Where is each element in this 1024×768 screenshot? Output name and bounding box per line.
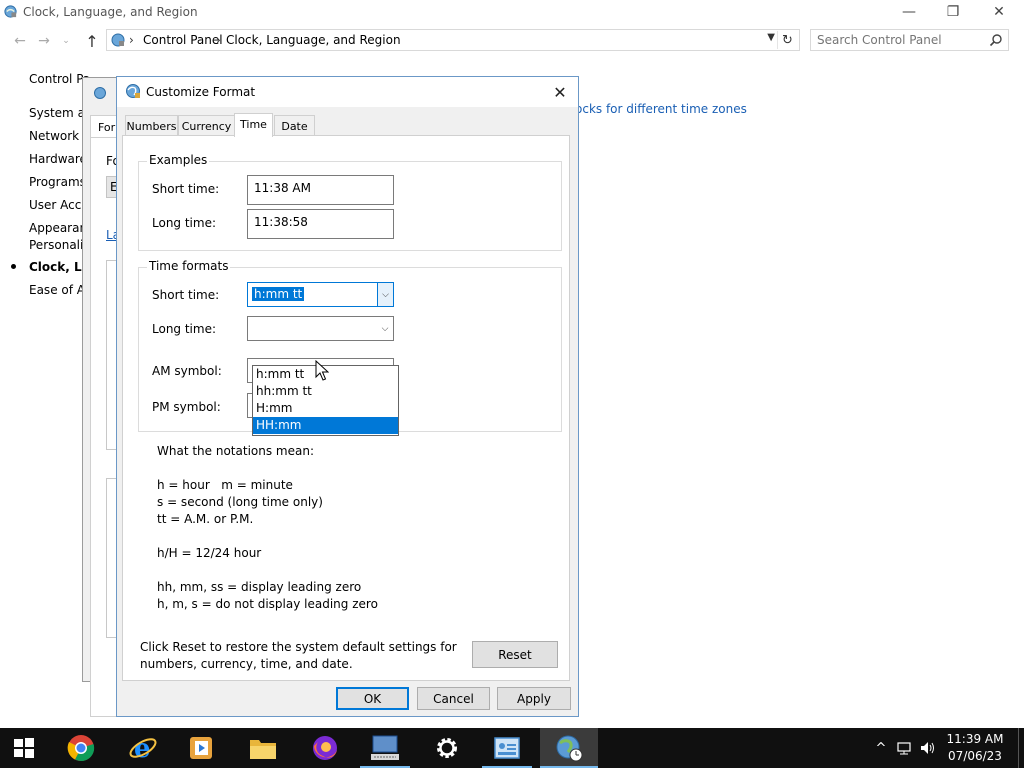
sidebar-item-programs[interactable]: Programs	[29, 175, 86, 189]
search-input[interactable]	[811, 30, 981, 50]
notations-heading: What the notations mean:	[157, 444, 314, 458]
clocks-time-zones-link[interactable]: ocks for different time zones	[575, 102, 747, 116]
sidebar-item-clock-language-region[interactable]: Clock, La	[29, 260, 90, 274]
am-symbol-label: AM symbol:	[152, 364, 222, 378]
chevron-down-icon[interactable]: ⌵	[377, 283, 393, 306]
notation-line: h/H = 12/24 hour	[157, 546, 262, 560]
notation-line: h = hour m = minute	[157, 478, 293, 492]
maximize-button[interactable]: ❐	[930, 0, 976, 24]
tab-numbers[interactable]: Numbers	[125, 115, 178, 136]
dialog-title: Customize Format	[146, 85, 256, 99]
pm-symbol-label: PM symbol:	[152, 400, 221, 414]
reset-description-line-1: Click Reset to restore the system defaul…	[140, 640, 457, 654]
example-short-time-value: 11:38 AM	[247, 175, 394, 205]
region-dialog-icon	[94, 87, 106, 99]
breadcrumb-separator: ›	[216, 33, 221, 47]
region-globe-icon	[126, 84, 140, 98]
window-title: Clock, Language, and Region	[23, 5, 198, 19]
tab-date[interactable]: Date	[274, 115, 315, 136]
globe-region-icon[interactable]	[540, 728, 598, 768]
notation-line: hh, mm, ss = display leading zero	[157, 580, 362, 594]
sidebar-item-ease-of-access[interactable]: Ease of A	[29, 283, 85, 297]
back-arrow-icon[interactable]: ←	[10, 31, 30, 51]
minimize-button[interactable]: —	[886, 0, 932, 24]
example-long-time-label: Long time:	[152, 216, 217, 230]
show-desktop-button[interactable]	[1018, 728, 1024, 768]
chrome-icon[interactable]	[52, 728, 110, 768]
long-time-label: Long time:	[152, 322, 217, 336]
mouse-pointer-icon	[315, 360, 329, 381]
search-box[interactable]	[810, 29, 1009, 51]
time-formats-title: Time formats	[147, 259, 231, 273]
internet-explorer-icon[interactable]: e	[114, 728, 172, 768]
dropdown-option-highlighted[interactable]: HH:mm	[253, 417, 398, 434]
sidebar-item-hardware-sound[interactable]: Hardware	[29, 152, 87, 166]
breadcrumb-clock-language-region[interactable]: Clock, Language, and Region	[226, 33, 401, 47]
file-explorer-icon[interactable]	[234, 728, 292, 768]
network-icon[interactable]	[894, 728, 916, 768]
close-window-button[interactable]: ✕	[976, 0, 1022, 24]
example-short-time-label: Short time:	[152, 182, 220, 196]
time-tab-panel: Examples Short time: 11:38 AM Long time:…	[122, 135, 570, 681]
short-time-combo[interactable]: h:mm tt ⌵	[247, 282, 394, 307]
clock-date: 07/06/23	[948, 749, 1002, 763]
examples-title: Examples	[147, 153, 210, 167]
notation-line: h, m, s = do not display leading zero	[157, 597, 378, 611]
dropdown-option[interactable]: H:mm	[253, 400, 398, 417]
breadcrumb-separator: ›	[129, 33, 134, 47]
settings-gear-icon[interactable]	[418, 728, 476, 768]
dialog-titlebar: Customize Format ✕	[117, 77, 578, 107]
example-long-time-value: 11:38:58	[247, 209, 394, 239]
forward-arrow-icon[interactable]: →	[34, 31, 54, 51]
svg-text:e: e	[134, 734, 151, 763]
tray-chevron-up-icon[interactable]: ^	[872, 728, 890, 768]
apply-button[interactable]: Apply	[497, 687, 571, 710]
chevron-down-icon[interactable]: ⌵	[377, 317, 393, 340]
customize-format-dialog: Customize Format ✕ Numbers Currency Time…	[116, 76, 579, 717]
notation-line: s = second (long time only)	[157, 495, 323, 509]
breadcrumb-control-panel[interactable]: Control Panel	[143, 33, 223, 47]
control-panel-app-icon	[4, 5, 17, 18]
reset-button[interactable]: Reset	[472, 641, 558, 668]
notation-line: tt = A.M. or P.M.	[157, 512, 254, 526]
active-item-bullet	[11, 264, 16, 269]
sidebar-item-personalization[interactable]: Personaliz	[29, 238, 90, 252]
address-dropdown-chevron-icon[interactable]: ▼	[767, 32, 775, 43]
reset-description-line-2: numbers, currency, time, and date.	[140, 657, 353, 671]
sidebar-item-system-security[interactable]: System ar	[29, 106, 90, 120]
dropdown-option[interactable]: hh:mm tt	[253, 383, 398, 400]
refresh-icon[interactable]: ↻	[777, 31, 797, 49]
search-icon[interactable]	[989, 33, 1003, 47]
dialog-close-icon[interactable]: ✕	[546, 80, 574, 104]
control-panel-icon[interactable]	[478, 728, 536, 768]
tab-currency[interactable]: Currency	[178, 115, 235, 136]
clock-time: 11:39 AM	[946, 732, 1004, 746]
long-time-combo[interactable]: ⌵	[247, 316, 394, 341]
address-bar[interactable]: › Control Panel › Clock, Language, and R…	[106, 29, 800, 51]
volume-icon[interactable]	[918, 728, 938, 768]
firefox-icon[interactable]	[296, 728, 354, 768]
media-player-icon[interactable]	[172, 728, 230, 768]
sidebar-item-user-accounts[interactable]: User Acco	[29, 198, 89, 212]
recent-locations-chevron-icon[interactable]: ⌄	[56, 31, 76, 51]
up-arrow-icon[interactable]: ↑	[82, 31, 102, 51]
cancel-button[interactable]: Cancel	[417, 687, 490, 710]
short-time-label: Short time:	[152, 288, 220, 302]
control-panel-titlebar: Clock, Language, and Region — ❐ ✕	[0, 0, 1024, 26]
address-row: ← → ⌄ ↑ › Control Panel › Clock, Languag…	[0, 28, 1024, 54]
control-panel-folder-icon	[111, 33, 125, 47]
keyboard-settings-icon[interactable]	[356, 728, 414, 768]
ok-button[interactable]: OK	[336, 687, 409, 710]
short-time-combo-value[interactable]: h:mm tt	[252, 287, 305, 301]
taskbar: e ^ 11:39 AM 07/06/23	[0, 728, 1024, 768]
start-icon[interactable]	[0, 728, 48, 768]
tab-time[interactable]: Time	[234, 113, 273, 137]
taskbar-clock[interactable]: 11:39 AM 07/06/23	[940, 731, 1010, 765]
